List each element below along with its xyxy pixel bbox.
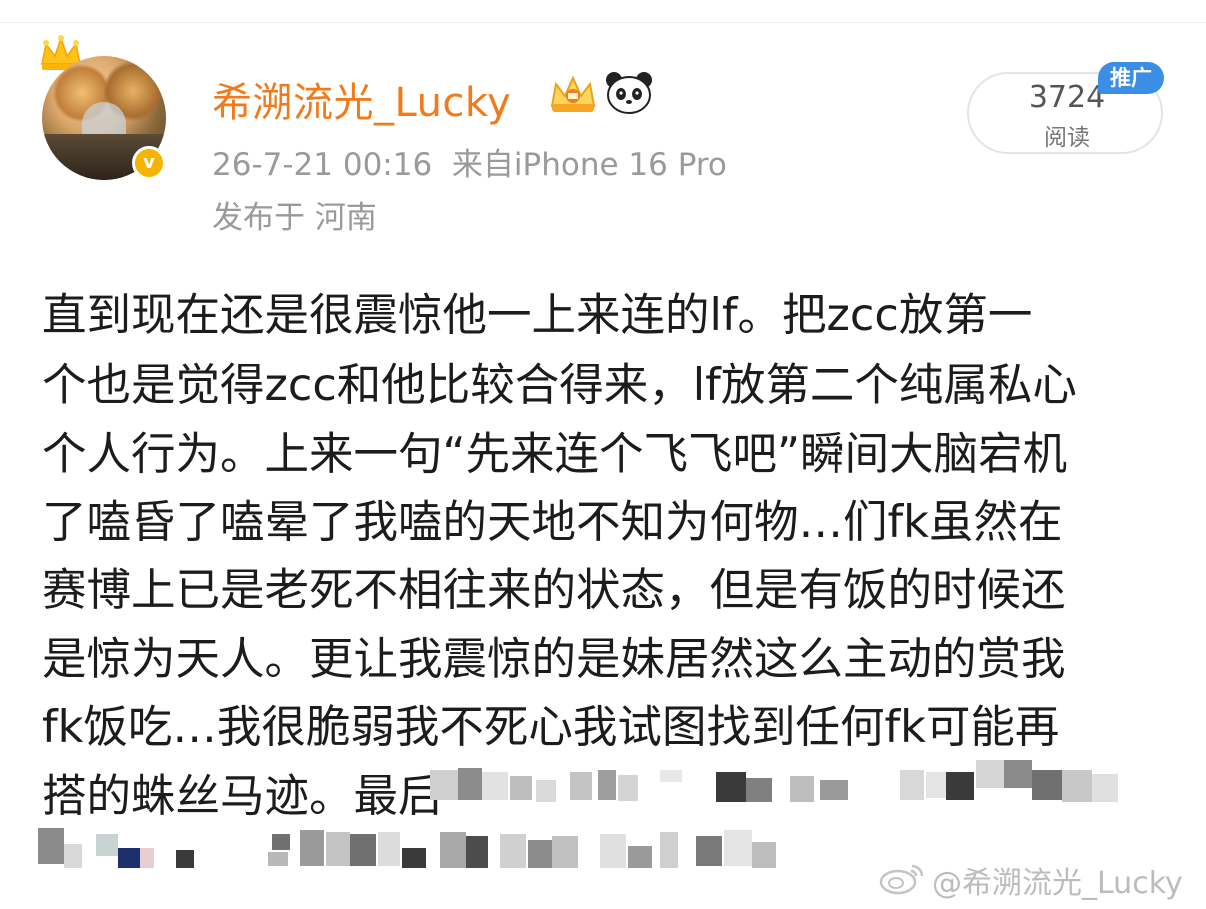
post-text-line: 赛博上已是老死不相往来的状态，但是有饭的时候还 [42, 565, 1066, 616]
post-text-line: 搭的蛛丝马迹。最后 [42, 771, 443, 822]
post-text-line: 是惊为天人。更让我震惊的是妹居然这么主动的赏我 [42, 634, 1066, 685]
post-text-line: 个也是觉得zcc和他比较合得来，lf放第二个纯属私心 [42, 360, 1077, 411]
post-timestamp: 26-7-21 00:16 [212, 147, 433, 183]
top-divider [0, 22, 1206, 23]
weibo-logo-icon [879, 864, 924, 895]
verified-badge-icon: v [132, 146, 166, 180]
post-source: 来自iPhone 16 Pro [451, 147, 727, 183]
post-text-line: 了嗑昏了嗑晕了我嗑的天地不知为何物…们fk虽然在 [42, 497, 1063, 548]
promo-tag[interactable]: 推广 [1098, 62, 1164, 94]
post-location: 发布于 河南 [212, 200, 377, 236]
post-text-line: fk饭吃…我很脆弱我不死心我试图找到任何fk可能再 [42, 702, 1060, 753]
post-text-line: 个人行为。上来一句“先来连个飞飞吧”瞬间大脑宕机 [42, 429, 1068, 480]
post-text-line: 直到现在还是很震惊他一上来连的lf。把zcc放第一 [42, 290, 1033, 341]
post-meta: 26-7-21 00:16 来自iPhone 16 Pro [212, 139, 727, 184]
username[interactable]: 希溯流光_Lucky [212, 70, 511, 128]
vip-crown-badge-icon[interactable] [546, 72, 600, 116]
panda-icon[interactable] [604, 70, 654, 116]
watermark: @希溯流光_Lucky [932, 866, 1183, 901]
reads-label: 阅读 [1044, 125, 1090, 151]
avatar-container[interactable]: v [36, 34, 176, 184]
